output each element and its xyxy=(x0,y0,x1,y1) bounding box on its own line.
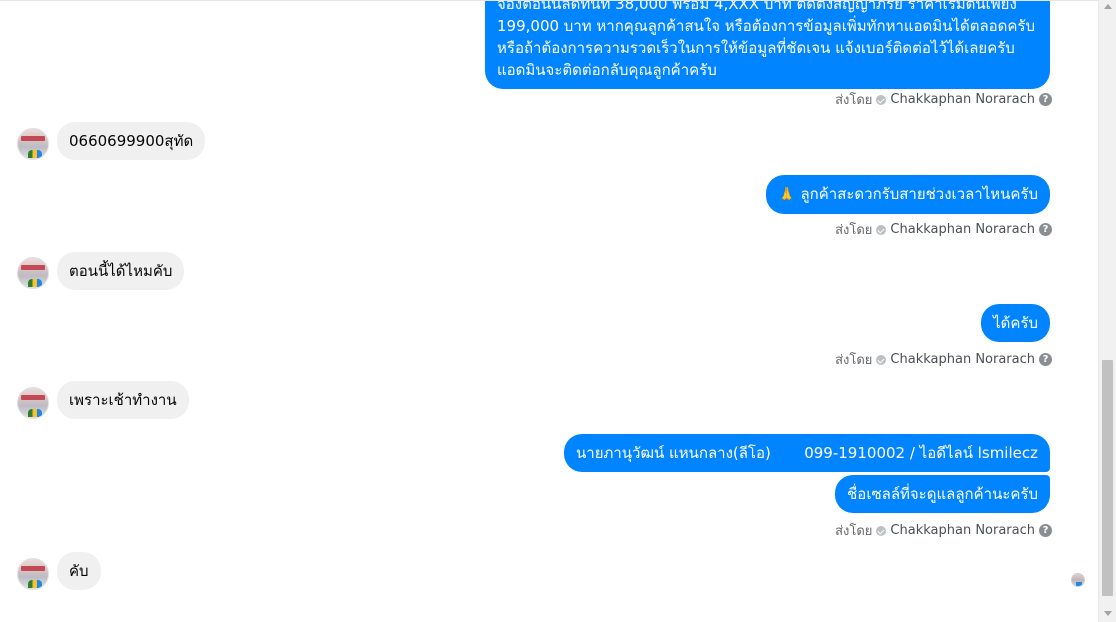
incoming-message[interactable]: 0660699900สุทัด xyxy=(57,122,206,160)
incoming-message[interactable]: เพราะเช้าทำงาน xyxy=(57,381,189,419)
scroll-up-arrow-icon[interactable] xyxy=(1104,4,1112,9)
outgoing-message[interactable]: ชื่อเซลล์ที่จะดูแลลูกค้านะครับ xyxy=(835,475,1050,513)
chat-thread: จองตอนนี้ลดทันที 38,000 พร้อม 4,XXX บาท … xyxy=(0,0,1098,622)
message-line: 199,000 บาท หากคุณลูกค้าสนใจ หรือต้องการ… xyxy=(497,17,1036,35)
sent-by-label: ส่งโดย xyxy=(835,524,873,539)
sender-name: Chakkaphan Norarach xyxy=(890,352,1035,367)
sent-by-label: ส่งโดย xyxy=(835,353,873,368)
sent-by-info: ส่งโดย Chakkaphan Norarach ? xyxy=(835,349,1052,370)
sender-name: Chakkaphan Norarach xyxy=(890,92,1035,107)
question-circle-icon[interactable]: ? xyxy=(1039,524,1052,537)
message-text: ลูกค้าสะดวกรับสายช่วงเวลาไหนครับ xyxy=(800,185,1038,203)
sent-by-info: ส่งโดย Chakkaphan Norarach ? xyxy=(835,520,1052,541)
question-circle-icon[interactable]: ? xyxy=(1039,223,1052,236)
customer-avatar[interactable] xyxy=(17,257,49,289)
scrollbar[interactable] xyxy=(1098,0,1116,622)
question-circle-icon[interactable]: ? xyxy=(1039,353,1052,366)
check-circle-icon xyxy=(876,525,887,536)
customer-avatar[interactable] xyxy=(17,558,49,590)
customer-avatar[interactable] xyxy=(17,387,49,419)
sent-by-label: ส่งโดย xyxy=(835,223,873,238)
message-line: หรือถ้าต้องการความรวดเร็วในการให้ข้อมูลท… xyxy=(497,39,1015,57)
question-circle-icon[interactable]: ? xyxy=(1039,93,1052,106)
outgoing-message[interactable]: จองตอนนี้ลดทันที 38,000 พร้อม 4,XXX บาท … xyxy=(485,0,1050,89)
outgoing-message[interactable]: ได้ครับ xyxy=(981,304,1050,342)
customer-avatar[interactable] xyxy=(17,128,49,160)
seen-avatar xyxy=(1071,573,1085,587)
sent-by-label: ส่งโดย xyxy=(835,93,873,108)
incoming-message[interactable]: คับ xyxy=(57,552,101,590)
scrollbar-thumb[interactable] xyxy=(1102,360,1113,596)
folded-hands-icon: 🙏 xyxy=(778,187,796,203)
check-circle-icon xyxy=(876,94,887,105)
sender-name: Chakkaphan Norarach xyxy=(890,523,1035,538)
outgoing-message[interactable]: นายภานุวัฒน์ แหนกลาง(ลีโอ) 099-1910002 /… xyxy=(564,434,1050,472)
message-line: จองตอนนี้ลดทันที 38,000 พร้อม 4,XXX บาท … xyxy=(497,0,1017,13)
message-line: แอดมินจะติดต่อกลับคุณลูกค้าครับ xyxy=(497,61,717,79)
sender-name: Chakkaphan Norarach xyxy=(890,222,1035,237)
incoming-message[interactable]: ตอนนี้ได้ไหมคับ xyxy=(57,252,185,290)
check-circle-icon xyxy=(876,354,887,365)
sent-by-info: ส่งโดย Chakkaphan Norarach ? xyxy=(835,89,1052,110)
scroll-down-arrow-icon[interactable] xyxy=(1104,611,1112,616)
sent-by-info: ส่งโดย Chakkaphan Norarach ? xyxy=(835,219,1052,240)
check-circle-icon xyxy=(876,224,887,235)
outgoing-message[interactable]: 🙏 ลูกค้าสะดวกรับสายช่วงเวลาไหนครับ xyxy=(766,175,1050,214)
